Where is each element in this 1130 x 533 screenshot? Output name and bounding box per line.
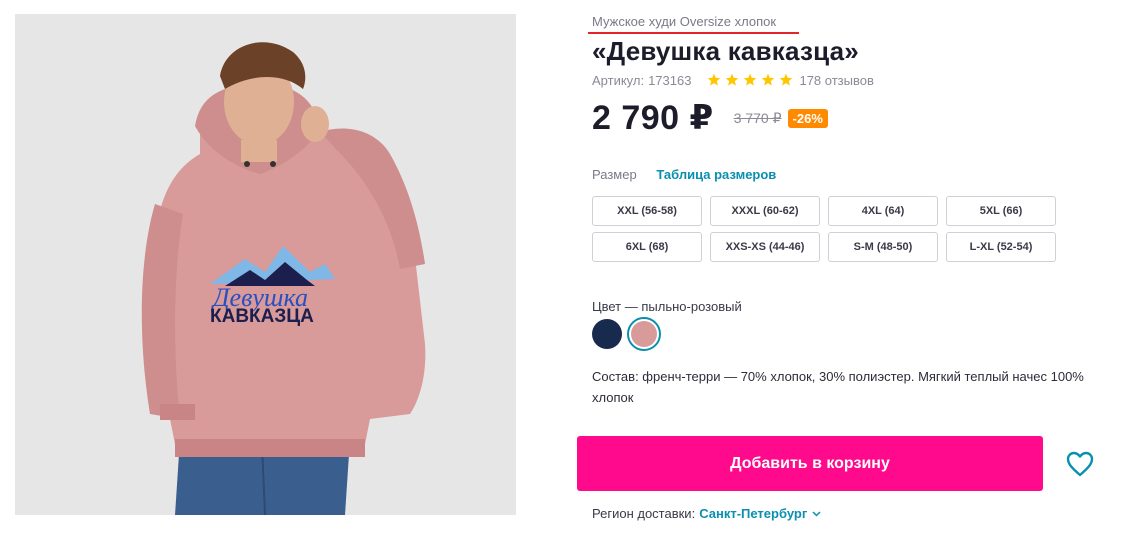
discount-badge: -26% [787,108,828,128]
star-icon [744,73,757,86]
product-title: «Девушка кавказца» [592,36,859,66]
current-price: 2 790 ₽ [592,99,714,137]
size-option[interactable]: L-XL (52-54) [946,232,1056,262]
size-option[interactable]: XXL (56-58) [592,196,702,226]
composition-text: Состав: френч-терри — 70% хлопок, 30% по… [592,369,1084,405]
star-icon [708,73,721,86]
rating-stars[interactable] [707,73,797,87]
size-label: Размер [592,167,637,182]
size-option[interactable]: 5XL (66) [946,196,1056,226]
color-swatches [592,317,661,351]
star-icon [780,73,793,86]
color-swatch-selected-ring[interactable] [627,317,661,351]
heart-icon[interactable] [1066,451,1094,477]
product-meta: Артикул: 173163 178 отзывов [592,72,874,88]
size-option[interactable]: XXXL (60-62) [710,196,820,226]
product-info: Мужское худи Oversize хлопок «Девушка ка… [577,0,1112,533]
size-option[interactable]: 6XL (68) [592,232,702,262]
color-swatch-pink[interactable] [631,321,657,347]
old-price: 3 770 ₽ [733,109,782,126]
chevron-down-icon[interactable] [812,510,821,517]
size-header: Размер Таблица размеров [592,167,776,182]
star-icon [726,73,739,86]
price-row: 2 790 ₽ 3 770 ₽ -26% [592,98,828,138]
star-icon [762,73,775,86]
print-text-2: КАВКАЗЦА [210,306,314,327]
subtitle-underline [588,32,799,34]
delivery-city-link[interactable]: Санкт-Петербург [699,506,807,521]
color-label: Цвет — пыльно-розовый [592,299,742,314]
size-table-link[interactable]: Таблица размеров [656,167,776,182]
product-image[interactable]: Девушка КАВКАЗЦА [15,14,516,515]
size-option[interactable]: S-M (48-50) [828,232,938,262]
delivery-label: Регион доставки: [592,506,696,521]
sku-label: Артикул: [592,72,645,88]
size-option[interactable]: XXS-XS (44-46) [710,232,820,262]
size-option[interactable]: 4XL (64) [828,196,938,226]
size-options: XXL (56-58) XXXL (60-62) 4XL (64) 5XL (6… [592,196,1058,262]
product-subtitle: Мужское худи Oversize хлопок [592,14,777,29]
add-to-cart-button[interactable]: Добавить в корзину [577,436,1043,491]
reviews-link[interactable]: 178 отзывов [799,73,873,88]
hoodie-illustration: Девушка КАВКАЗЦА [15,14,516,515]
delivery-region: Регион доставки: Санкт-Петербург [592,506,821,521]
sku-value: 173163 [648,72,692,88]
color-swatch-navy[interactable] [592,319,622,349]
